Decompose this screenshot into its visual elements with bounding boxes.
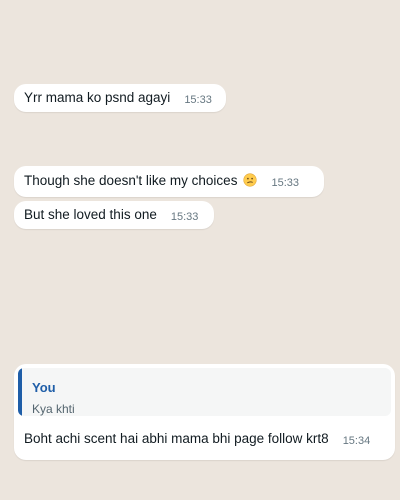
message-text: But she loved this one [24, 207, 157, 222]
message-bubble-with-reply[interactable]: You Kya khti Boht achi scent hai abhi ma… [14, 364, 395, 460]
quote-author: You [32, 380, 56, 395]
message-bubble[interactable]: Yrr mama ko psnd agayi 15:33 [14, 84, 226, 112]
message-text: Boht achi scent hai abhi mama bhi page f… [24, 431, 329, 446]
message-bubble[interactable]: But she loved this one 15:33 [14, 201, 214, 229]
message-text: Though she doesn't like my choices [24, 173, 238, 188]
quoted-message[interactable]: You Kya khti [18, 368, 391, 416]
confused-face-icon [243, 173, 258, 187]
quote-accent-bar [18, 368, 22, 416]
message-timestamp: 15:33 [184, 94, 212, 106]
quote-text: Kya khti [32, 402, 75, 416]
message-timestamp: 15:33 [271, 177, 299, 189]
message-timestamp: 15:33 [170, 211, 199, 223]
message-text: Yrr mama ko psnd agayi [24, 90, 171, 105]
message-bubble[interactable]: Though she doesn't like my choices 15:33 [14, 166, 324, 197]
message-timestamp: 15:34 [342, 435, 371, 447]
